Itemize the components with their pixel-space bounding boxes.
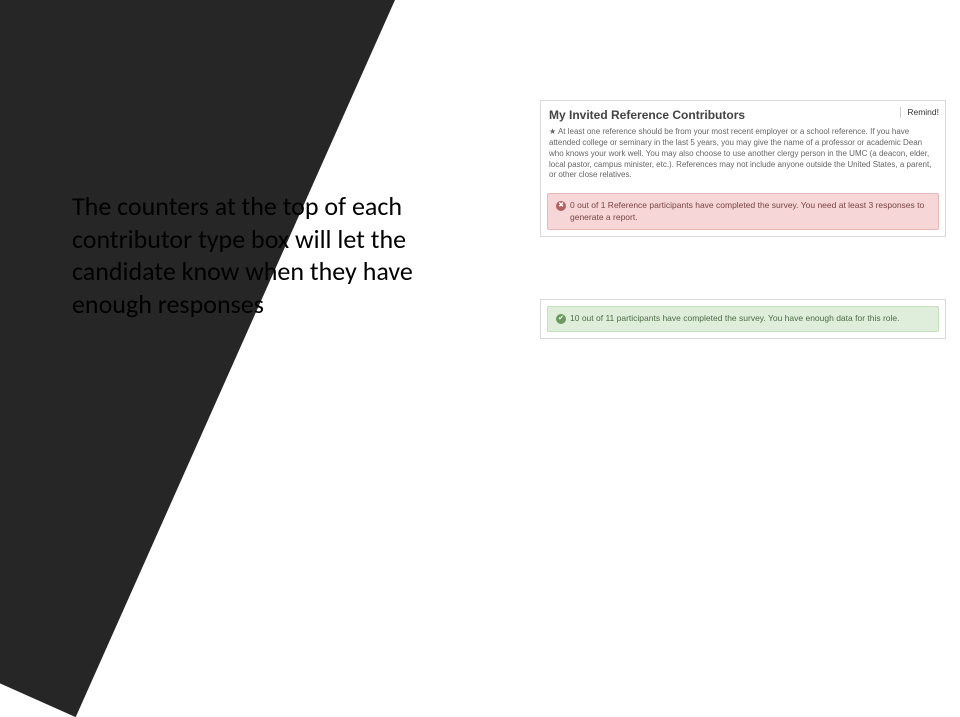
sufficient-responses-text: 10 out of 11 participants have completed… xyxy=(570,313,900,324)
sufficient-responses-alert: ✔ 10 out of 11 participants have complet… xyxy=(547,306,939,331)
insufficient-responses-alert: ✖ 0 out of 1 Reference participants have… xyxy=(547,193,939,230)
contributors-card-title: My Invited Reference Contributors xyxy=(549,108,745,122)
slide-caption: The counters at the top of each contribu… xyxy=(72,190,432,320)
error-icon: ✖ xyxy=(556,201,566,211)
success-card: ✔ 10 out of 11 participants have complet… xyxy=(540,299,946,338)
contributors-card-description: ★ At least one reference should be from … xyxy=(541,127,945,187)
check-icon: ✔ xyxy=(556,314,566,324)
insufficient-responses-text: 0 out of 1 Reference participants have c… xyxy=(570,200,930,223)
description-text: At least one reference should be from yo… xyxy=(549,127,931,179)
description-lead-icon: ★ xyxy=(549,127,556,136)
screenshot-panel-area: My Invited Reference Contributors Remind… xyxy=(540,100,946,339)
remind-button[interactable]: Remind! xyxy=(900,107,939,118)
dark-diagonal-shape xyxy=(0,0,401,717)
contributors-card: My Invited Reference Contributors Remind… xyxy=(540,100,946,237)
contributors-card-header: My Invited Reference Contributors Remind… xyxy=(541,101,945,127)
